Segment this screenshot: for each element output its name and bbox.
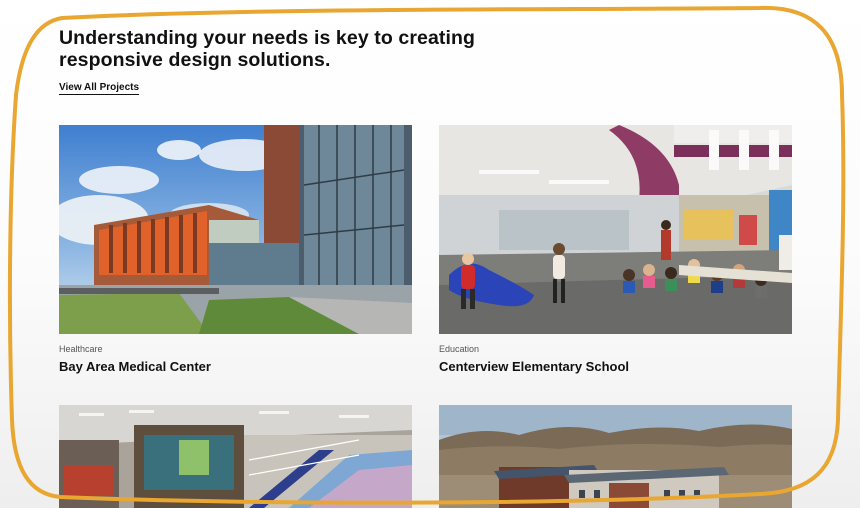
project-category: Healthcare bbox=[59, 344, 103, 354]
project-card-3[interactable] bbox=[59, 405, 412, 508]
project-image-hospital[interactable] bbox=[59, 125, 412, 334]
page-headline: Understanding your needs is key to creat… bbox=[59, 27, 476, 71]
project-image-atrium[interactable] bbox=[59, 405, 412, 508]
project-title[interactable]: Bay Area Medical Center bbox=[59, 359, 211, 374]
project-card-bay-area-medical-center[interactable]: Healthcare Bay Area Medical Center bbox=[59, 125, 412, 375]
project-card-centerview-elementary[interactable]: Education Centerview Elementary School bbox=[439, 125, 792, 375]
project-category: Education bbox=[439, 344, 480, 354]
project-card-4[interactable] bbox=[439, 405, 792, 508]
project-title[interactable]: Centerview Elementary School bbox=[439, 359, 629, 374]
project-image-aerial-campus[interactable] bbox=[439, 405, 792, 508]
view-all-projects-link[interactable]: View All Projects bbox=[59, 82, 140, 95]
project-image-school-interior[interactable] bbox=[439, 125, 792, 334]
